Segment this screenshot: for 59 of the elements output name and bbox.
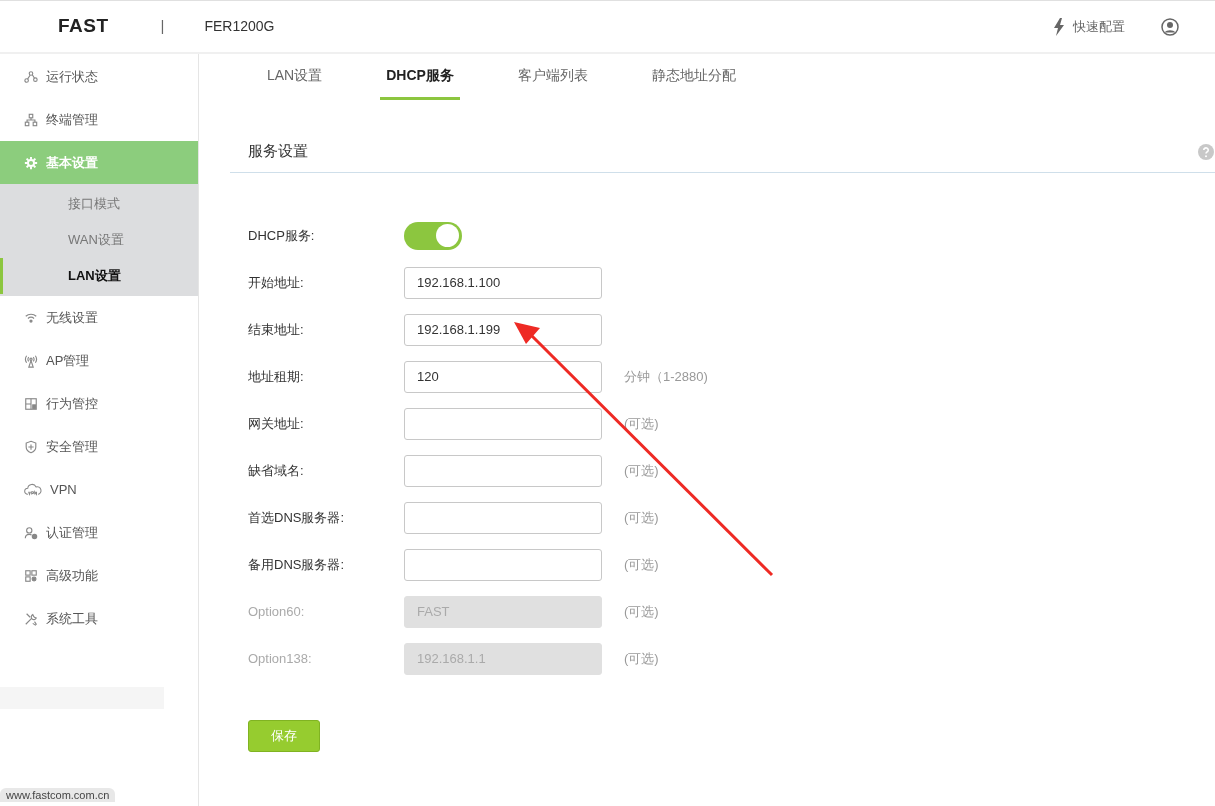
field-label: 开始地址: xyxy=(248,273,305,292)
sidebar-item[interactable]: 运行状态 xyxy=(0,55,198,98)
settings-icon xyxy=(24,155,38,170)
field-hint: (可选) xyxy=(624,508,659,527)
panel-icon xyxy=(24,396,38,411)
sidebar-subitem[interactable]: LAN设置 xyxy=(0,258,198,294)
website-link[interactable]: www.fastcom.com.cn xyxy=(0,788,116,802)
field-label: 缺省域名: xyxy=(248,461,305,480)
text-field[interactable] xyxy=(404,454,602,487)
field-label: 网关地址: xyxy=(248,414,305,433)
field-hint: (可选) xyxy=(624,602,659,621)
nodes-icon xyxy=(24,69,38,84)
tab[interactable]: DHCP服务 xyxy=(380,54,460,100)
field-hint: 分钟（1-2880) xyxy=(624,367,708,386)
header-separator: | xyxy=(160,16,165,37)
model-name: FER1200G xyxy=(204,17,275,36)
tab[interactable]: LAN设置 xyxy=(261,54,329,100)
sidebar-item[interactable]: 终端管理 xyxy=(0,98,198,141)
sidebar-subitem[interactable]: 接口模式 xyxy=(0,186,198,222)
shield-icon xyxy=(24,439,38,454)
cloud-icon xyxy=(24,482,42,497)
text-field[interactable]: 192.168.1.100 xyxy=(404,266,602,299)
text-field[interactable] xyxy=(404,548,602,581)
field-label: 结束地址: xyxy=(248,320,305,339)
grid-icon xyxy=(24,568,38,583)
sidebar-item[interactable]: 高级功能 xyxy=(0,554,198,597)
quick-setup-link[interactable]: 快速配置 xyxy=(1073,16,1125,37)
antenna-icon xyxy=(24,353,38,368)
field-label: DHCP服务: xyxy=(248,226,316,245)
text-field[interactable] xyxy=(404,407,602,440)
tools-icon xyxy=(24,611,38,626)
sidebar-item[interactable]: VPN xyxy=(0,468,198,511)
field-hint: (可选) xyxy=(624,649,659,668)
field-label: 首选DNS服务器: xyxy=(248,508,346,527)
lightning-icon xyxy=(1053,17,1065,36)
field-hint: (可选) xyxy=(624,555,659,574)
text-field[interactable]: 120 xyxy=(404,360,602,393)
sidebar-item[interactable]: 行为管控 xyxy=(0,382,198,425)
field-hint: (可选) xyxy=(624,461,659,480)
user-avatar-icon[interactable] xyxy=(1161,17,1179,36)
text-field[interactable]: 192.168.1.199 xyxy=(404,313,602,346)
field-label: 地址租期: xyxy=(248,367,305,386)
tab[interactable]: 静态地址分配 xyxy=(645,54,742,100)
brand-logo: FAST xyxy=(58,14,109,39)
sidebar-item[interactable]: 安全管理 xyxy=(0,425,198,468)
help-icon[interactable] xyxy=(1198,143,1214,160)
network-icon xyxy=(24,112,38,127)
text-field[interactable] xyxy=(404,501,602,534)
field-label: Option138: xyxy=(248,649,313,668)
sidebar-item[interactable]: 无线设置 xyxy=(0,296,198,339)
user-icon xyxy=(24,525,38,540)
field-label: 备用DNS服务器: xyxy=(248,555,346,574)
field-label: Option60: xyxy=(248,602,306,621)
toggle-switch[interactable] xyxy=(404,221,462,250)
sidebar-item[interactable]: AP管理 xyxy=(0,339,198,382)
tab[interactable]: 客户端列表 xyxy=(511,54,594,100)
sidebar-item[interactable]: 系统工具 xyxy=(0,597,198,640)
section-title: 服务设置 xyxy=(248,141,308,162)
sidebar-item[interactable]: 认证管理 xyxy=(0,511,198,554)
